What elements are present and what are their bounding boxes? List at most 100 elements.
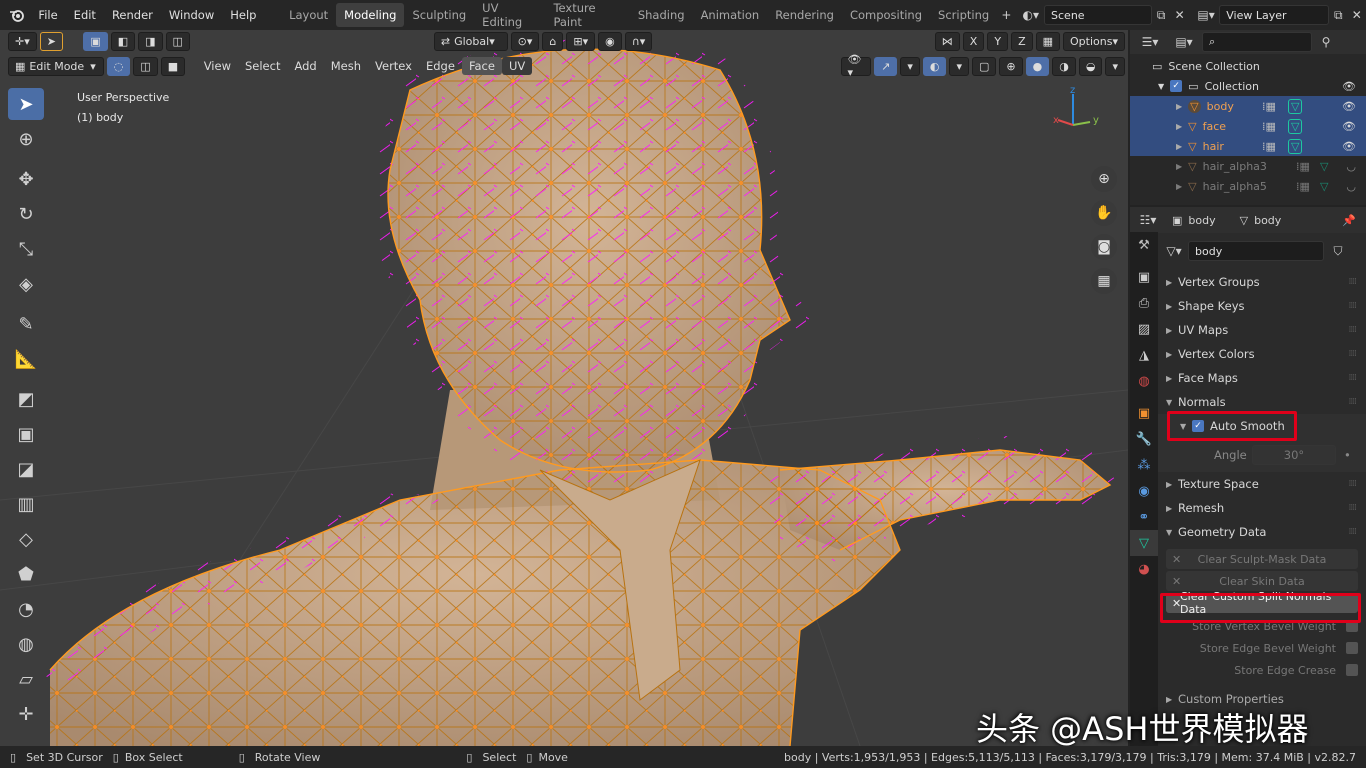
shading-solid[interactable]: ●	[1025, 56, 1050, 76]
clear-sculpt-mask-button[interactable]: ✕ Clear Sculpt-Mask Data	[1166, 549, 1358, 569]
panel-geometry-data[interactable]: ▼ Geometry Data ⁞⁞⁞⁞	[1158, 520, 1366, 544]
view-layer-icon[interactable]: ▤▾	[1197, 5, 1215, 25]
panel-shape-keys[interactable]: ▶ Shape Keys ⁞⁞⁞⁞	[1158, 294, 1366, 318]
close-scene-icon[interactable]: ✕	[1170, 5, 1188, 25]
extrude-tool-icon[interactable]: ◩	[8, 383, 44, 415]
camera-icon[interactable]: ◙	[1091, 234, 1117, 260]
face-eye-icon[interactable]: 👁	[1342, 120, 1356, 133]
constraints-tab-icon[interactable]: ⚭	[1130, 504, 1158, 530]
pivot-dropdown[interactable]: ⊙▾	[510, 31, 540, 51]
menu-edit[interactable]: Edit	[66, 8, 104, 22]
outliner-item-hair[interactable]: ▶ ▽ hair ⁞▦ ▽ 👁	[1130, 136, 1366, 156]
face-select-mode[interactable]: ■	[160, 56, 186, 76]
menu-view[interactable]: View	[197, 59, 238, 73]
copy-scene-icon[interactable]: ⧉	[1152, 5, 1170, 25]
menu-render[interactable]: Render	[104, 8, 161, 22]
spin-tool-icon[interactable]: ◔	[8, 593, 44, 625]
panel-texture-space[interactable]: ▶ Texture Space ⁞⁞⁞⁞	[1158, 472, 1366, 496]
add-workspace-icon[interactable]: +	[997, 5, 1015, 25]
properties-editor-type-icon[interactable]: ☷▾	[1138, 210, 1158, 230]
options-dropdown[interactable]: Options ▾	[1063, 31, 1125, 51]
zoom-icon[interactable]: ⊕	[1091, 166, 1117, 192]
mesh-data-icon[interactable]: ▽	[1288, 138, 1303, 154]
outliner-display-icon[interactable]: ☰▾	[1140, 32, 1160, 52]
select-mode-extend[interactable]: ◧	[110, 31, 136, 51]
outliner-item-hair-alpha3[interactable]: ▶ ▽ hair_alpha3 ⁞▦ ▽ ◡	[1130, 156, 1366, 176]
menu-help[interactable]: Help	[222, 8, 264, 22]
panel-face-maps[interactable]: ▶ Face Maps ⁞⁞⁞⁞	[1158, 366, 1366, 390]
menu-add[interactable]: Add	[287, 59, 323, 73]
blender-logo-icon[interactable]	[8, 5, 26, 25]
measure-tool-icon[interactable]: 📐	[8, 343, 44, 375]
store-edge-bevel-row[interactable]: Store Edge Bevel Weight	[1166, 637, 1358, 659]
menu-face[interactable]: Face	[461, 57, 502, 75]
mirror-icon[interactable]: ⋈	[934, 31, 960, 51]
panel-vertex-groups[interactable]: ▶ Vertex Groups ⁞⁞⁞⁞	[1158, 270, 1366, 294]
store-edge-crease-row[interactable]: Store Edge Crease	[1166, 659, 1358, 681]
mirror-z-toggle[interactable]: Z	[1011, 31, 1033, 51]
angle-field[interactable]: 30°	[1252, 445, 1336, 465]
panel-vertex-colors[interactable]: ▶ Vertex Colors ⁞⁞⁞⁞	[1158, 342, 1366, 366]
vertex-select-mode[interactable]: ◌	[106, 56, 131, 76]
select-mode-subtract[interactable]: ◨	[138, 31, 163, 51]
scene-icon[interactable]: ◐▾	[1022, 5, 1040, 25]
visibility-dropdown[interactable]: 👁▾	[840, 53, 872, 79]
shading-dropdown[interactable]: ▾	[1105, 56, 1125, 76]
snap-toggle[interactable]: ⌂	[542, 31, 564, 51]
tool-tab-icon[interactable]: ⚒	[1130, 232, 1158, 258]
tab-uv-editing[interactable]: UV Editing	[474, 0, 545, 34]
collection-checkbox[interactable]: ✓	[1170, 80, 1183, 92]
hair-eye-icon[interactable]: 👁	[1342, 140, 1356, 153]
hidden-eye-icon[interactable]: ◡	[1346, 180, 1356, 193]
orientation-dropdown[interactable]: ⇄ Global ▾	[433, 31, 508, 51]
transform-tool-icon[interactable]: ◈	[8, 268, 44, 300]
collection-eye-icon[interactable]: 👁	[1342, 80, 1356, 93]
outliner-filter-icon[interactable]: ▤▾	[1174, 32, 1194, 52]
snap-target-dropdown[interactable]: ⊞▾	[566, 31, 596, 51]
move-tool-icon[interactable]: ✥	[8, 163, 44, 195]
select-mode-new[interactable]: ▣	[83, 31, 108, 51]
tab-shading[interactable]: Shading	[630, 3, 693, 27]
shrink-fatten-tool-icon[interactable]: ✛	[8, 698, 44, 730]
scale-tool-icon[interactable]: ⤡	[8, 233, 44, 265]
poly-build-tool-icon[interactable]: ⬟	[8, 558, 44, 590]
mesh-data-icon[interactable]: ▽	[1288, 98, 1303, 114]
rotate-tool-icon[interactable]: ↻	[8, 198, 44, 230]
menu-select[interactable]: Select	[238, 59, 287, 73]
menu-edge[interactable]: Edge	[419, 59, 462, 73]
editor-type-button[interactable]: ✛▾	[8, 31, 37, 51]
tab-rendering[interactable]: Rendering	[767, 3, 842, 27]
mirror-x-toggle[interactable]: X	[962, 31, 985, 51]
particles-tab-icon[interactable]: ⁂	[1130, 452, 1158, 478]
mesh-symmetry-icon[interactable]: ▦	[1035, 31, 1061, 51]
copy-view-layer-icon[interactable]: ⧉	[1329, 5, 1347, 25]
view-layer-field[interactable]: View Layer	[1219, 5, 1330, 25]
select-tool-button[interactable]: ➤	[39, 31, 63, 51]
annotate-tool-icon[interactable]: ✎	[8, 308, 44, 340]
overlay-dropdown[interactable]: ▾	[949, 56, 970, 76]
pin-icon[interactable]: 📌	[1342, 214, 1356, 227]
menu-window[interactable]: Window	[161, 8, 222, 22]
world-tab-icon[interactable]: ◍	[1130, 368, 1158, 394]
proportional-edit-toggle[interactable]: ◉	[598, 31, 622, 51]
collapse-arrow-icon[interactable]: ▼	[1158, 82, 1164, 91]
shading-material[interactable]: ◑	[1052, 56, 1076, 76]
modifier-tab-icon[interactable]: 🔧	[1130, 426, 1158, 452]
scene-field[interactable]: Scene	[1044, 5, 1152, 25]
overlay-toggle[interactable]: ◐	[922, 56, 947, 76]
select-mode-invert[interactable]: ◫	[165, 31, 190, 51]
pan-hand-icon[interactable]: ✋	[1091, 200, 1117, 226]
outliner-item-hair-alpha5[interactable]: ▶ ▽ hair_alpha5 ⁞▦ ▽ ◡	[1130, 176, 1366, 196]
panel-uv-maps[interactable]: ▶ UV Maps ⁞⁞⁞⁞	[1158, 318, 1366, 342]
menu-mesh[interactable]: Mesh	[324, 59, 368, 73]
hidden-eye-icon[interactable]: ◡	[1346, 160, 1356, 173]
gizmo-dropdown[interactable]: ▾	[900, 56, 920, 76]
mesh-name-field[interactable]: body	[1188, 241, 1324, 261]
outliner-item-face[interactable]: ▶ ▽ face ⁞▦ ▽ 👁	[1130, 116, 1366, 136]
outliner-search-input[interactable]: ⌕	[1202, 32, 1312, 52]
mesh-data-tab-icon[interactable]: ▽	[1130, 530, 1158, 556]
menu-vertex[interactable]: Vertex	[368, 59, 419, 73]
outliner-item-body[interactable]: ▶ ▽ body ⁞▦ ▽ 👁	[1130, 96, 1366, 116]
object-tab-icon[interactable]: ▣	[1130, 400, 1158, 426]
scene-tab-icon[interactable]: ◮	[1130, 342, 1158, 368]
